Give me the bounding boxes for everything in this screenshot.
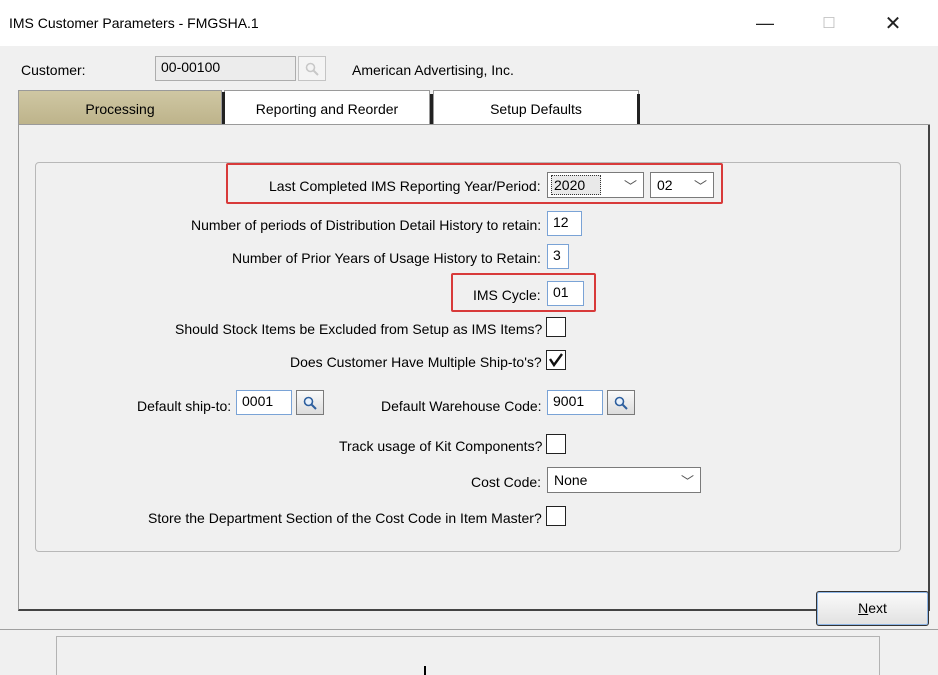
tab-divider bbox=[637, 94, 640, 124]
tab-reporting-and-reorder[interactable]: Reporting and Reorder bbox=[224, 90, 430, 125]
magnifier-icon bbox=[303, 396, 317, 410]
multiple-shipto-label: Does Customer Have Multiple Ship-to's? bbox=[290, 354, 542, 370]
customer-name: American Advertising, Inc. bbox=[352, 62, 514, 78]
multiple-shipto-checkbox[interactable] bbox=[546, 350, 566, 370]
minimize-icon: — bbox=[756, 12, 774, 33]
warehouse-lookup-button[interactable] bbox=[607, 390, 635, 415]
cost-code-value: None bbox=[554, 472, 588, 488]
track-kit-label: Track usage of Kit Components? bbox=[339, 438, 543, 454]
next-button[interactable]: Next bbox=[816, 591, 929, 626]
close-button[interactable]: ✕ bbox=[870, 8, 916, 38]
title-bar: IMS Customer Parameters - FMGSHA.1 — ☐ ✕ bbox=[0, 0, 938, 46]
tab-reporting-label: Reporting and Reorder bbox=[255, 101, 399, 117]
distribution-history-field[interactable]: 12 bbox=[547, 211, 582, 236]
tab-processing[interactable]: Processing bbox=[18, 90, 222, 125]
shipto-lookup-button[interactable] bbox=[296, 390, 324, 415]
tab-setup-defaults-label: Setup Defaults bbox=[490, 101, 582, 117]
tab-divider bbox=[222, 92, 225, 125]
usage-history-field[interactable]: 3 bbox=[547, 244, 569, 269]
close-icon: ✕ bbox=[884, 12, 902, 35]
cost-code-select[interactable]: None ﹀ bbox=[547, 467, 701, 493]
tab-processing-label: Processing bbox=[85, 101, 155, 117]
maximize-button[interactable]: ☐ bbox=[806, 8, 852, 38]
magnifier-icon bbox=[305, 62, 319, 76]
distribution-history-label: Number of periods of Distribution Detail… bbox=[191, 217, 542, 233]
footer-separator bbox=[0, 629, 938, 630]
customer-code-field[interactable]: 00-00100 bbox=[155, 56, 296, 81]
highlight-ims-cycle bbox=[451, 273, 596, 312]
next-label: ext bbox=[868, 600, 887, 616]
status-tick bbox=[424, 666, 426, 675]
window-title: IMS Customer Parameters - FMGSHA.1 bbox=[9, 15, 259, 31]
store-department-checkbox[interactable] bbox=[546, 506, 566, 526]
exclude-stock-label: Should Stock Items be Excluded from Setu… bbox=[175, 321, 543, 337]
tab-strip-baseline bbox=[18, 124, 930, 125]
check-icon bbox=[549, 353, 563, 368]
default-shipto-label: Default ship-to: bbox=[137, 398, 232, 414]
tab-setup-defaults[interactable]: Setup Defaults bbox=[433, 90, 639, 125]
window-client-area: Customer: 00-00100 American Advertising,… bbox=[0, 46, 938, 675]
default-warehouse-field[interactable]: 9001 bbox=[547, 390, 603, 415]
minimize-button[interactable]: — bbox=[742, 8, 788, 38]
highlight-last-completed bbox=[226, 163, 723, 204]
chevron-down-icon: ﹀ bbox=[680, 474, 694, 489]
store-department-label: Store the Department Section of the Cost… bbox=[148, 510, 542, 526]
tab-divider bbox=[430, 94, 433, 124]
track-kit-checkbox[interactable] bbox=[546, 434, 566, 454]
cost-code-label: Cost Code: bbox=[471, 474, 542, 490]
exclude-stock-checkbox[interactable] bbox=[546, 317, 566, 337]
maximize-icon: ☐ bbox=[822, 15, 836, 32]
default-shipto-field[interactable]: 0001 bbox=[236, 390, 292, 415]
customer-label: Customer: bbox=[21, 62, 86, 78]
default-warehouse-label: Default Warehouse Code: bbox=[381, 398, 542, 414]
next-mnemonic: N bbox=[858, 600, 869, 616]
customer-lookup-button[interactable] bbox=[298, 56, 326, 81]
usage-history-label: Number of Prior Years of Usage History t… bbox=[232, 250, 541, 266]
status-panel bbox=[56, 636, 880, 675]
magnifier-icon bbox=[614, 396, 628, 410]
